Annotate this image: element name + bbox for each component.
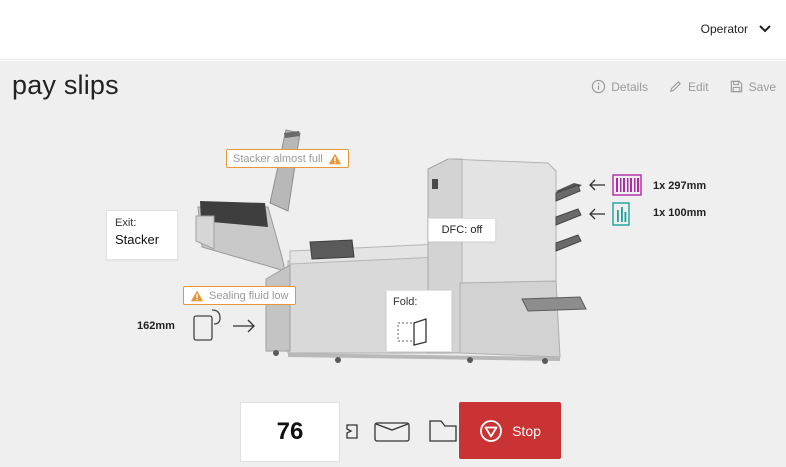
- fold-label: Fold:: [393, 296, 418, 308]
- envelope-flap-icon: [346, 424, 358, 439]
- job-counter[interactable]: 76: [240, 402, 340, 462]
- warning-triangle-icon: [190, 290, 204, 301]
- feeder-2[interactable]: [588, 202, 630, 226]
- arrow-left-icon: [589, 179, 605, 191]
- dfc-card[interactable]: DFC: off: [428, 218, 496, 242]
- warning-triangle-icon: [328, 153, 342, 164]
- sealing-warning-label: Sealing fluid low: [209, 289, 289, 302]
- stop-label: Stop: [512, 422, 541, 439]
- fold-card[interactable]: Fold:: [386, 290, 452, 352]
- envelope-icon: [374, 422, 410, 442]
- exit-card[interactable]: Exit: Stacker: [106, 210, 178, 260]
- exit-label: Exit:: [115, 217, 137, 229]
- sealing-warning-badge[interactable]: Sealing fluid low: [183, 286, 296, 305]
- document-icon: [612, 202, 630, 226]
- envelope-sealer-icon[interactable]: [190, 306, 260, 344]
- user-menu[interactable]: Operator: [701, 22, 772, 36]
- arrow-left-icon: [589, 208, 605, 220]
- main-area: pay slips Details Edit Save Stacker almo…: [0, 61, 786, 467]
- feeder-1[interactable]: [588, 174, 642, 196]
- stop-icon: [480, 419, 502, 442]
- folding-inserter-machine-illustration: [195, 129, 587, 364]
- user-label: Operator: [700, 22, 748, 36]
- stacker-warning-label: Stacker almost full: [233, 152, 323, 165]
- stop-button[interactable]: Stop: [459, 402, 561, 459]
- fold-type-icon: [397, 318, 427, 346]
- app-frame: Operator pay slips Details Edit Save Sta…: [0, 0, 786, 467]
- envelope-size-label: 162mm: [137, 320, 175, 332]
- feeder-2-label: 1x 100mm: [653, 207, 707, 219]
- chevron-down-icon: [759, 25, 771, 33]
- dfc-label: DFC: off: [441, 224, 483, 236]
- feeder-1-label: 1x 297mm: [653, 180, 707, 192]
- top-bar: Operator: [0, 0, 786, 60]
- barcode-document-icon: [612, 174, 642, 196]
- stacker-warning-badge[interactable]: Stacker almost full: [226, 149, 349, 168]
- exit-value: Stacker: [115, 232, 160, 247]
- envelope-insert-icon: [429, 420, 457, 442]
